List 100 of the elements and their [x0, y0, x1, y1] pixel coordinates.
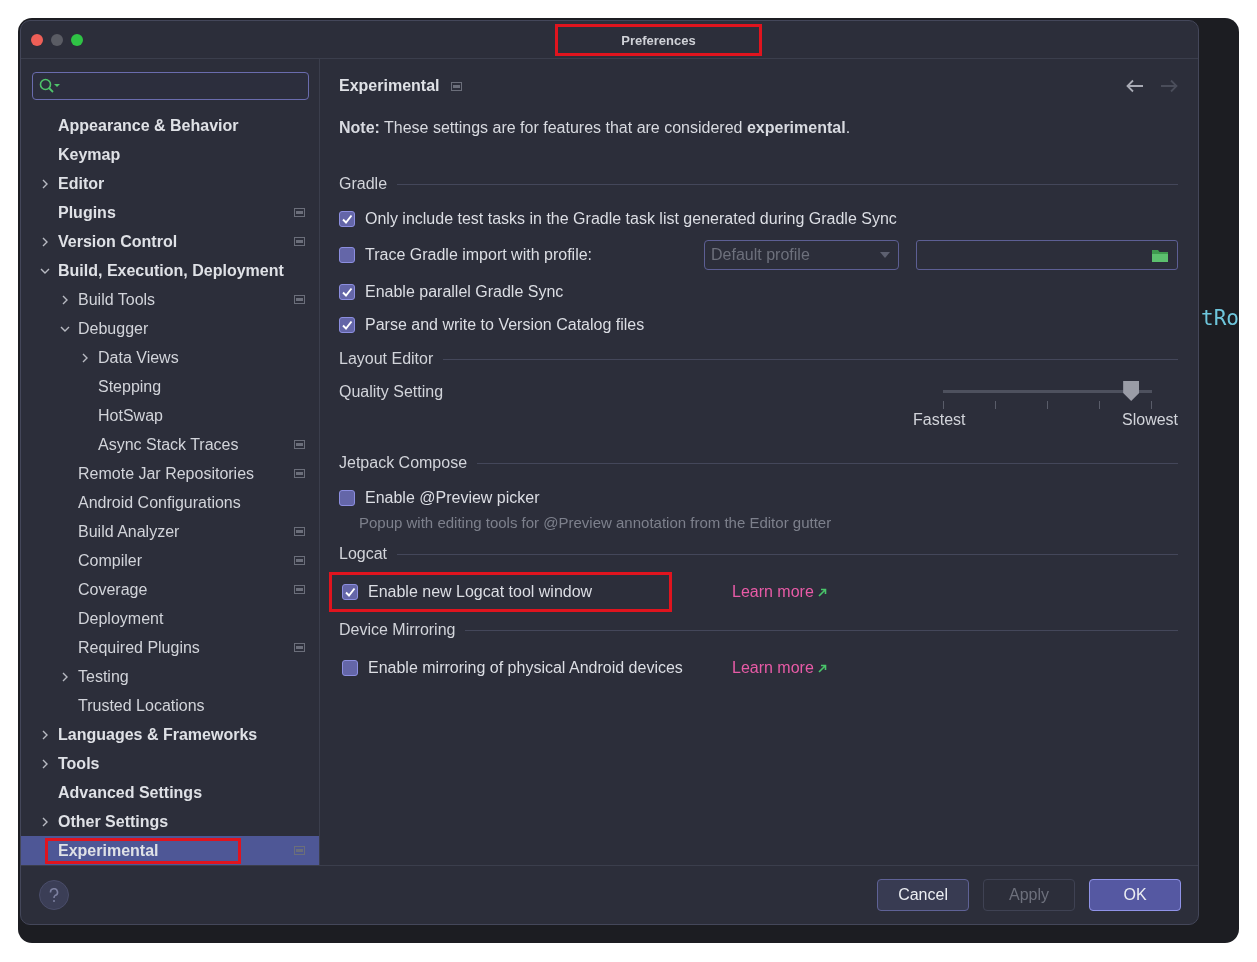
dialog-button[interactable]: OK — [1089, 879, 1182, 911]
sidebar-item[interactable]: Async Stack Traces — [21, 430, 319, 459]
sidebar-item-label: Debugger — [77, 318, 150, 339]
external-link-icon — [817, 663, 827, 673]
sidebar-item[interactable]: Languages & Frameworks — [21, 720, 319, 749]
sidebar-item[interactable]: Testing — [21, 662, 319, 691]
chevron-right-icon[interactable] — [40, 758, 50, 769]
sidebar-item[interactable]: Other Settings — [21, 807, 319, 836]
dialog-button[interactable]: Cancel — [877, 879, 970, 911]
checkbox[interactable] — [342, 584, 358, 600]
sidebar-item[interactable]: Coverage — [21, 575, 319, 604]
section-title: Logcat — [339, 545, 388, 563]
sidebar-item-label: Appearance & Behavior — [57, 115, 240, 136]
sidebar-item-label: Version Control — [57, 231, 179, 252]
sidebar-item[interactable]: Plugins — [21, 198, 319, 227]
sidebar-item[interactable]: Build Analyzer — [21, 517, 319, 546]
checkbox-label: Trace Gradle import with profile: — [365, 246, 593, 264]
sidebar-item[interactable]: HotSwap — [21, 401, 319, 430]
sidebar-item-label: Tools — [57, 753, 101, 774]
sidebar-item[interactable]: Build Tools — [21, 285, 319, 314]
sidebar-item[interactable]: Editor — [21, 169, 319, 198]
sidebar-item-label: Required Plugins — [77, 637, 201, 658]
chevron-right-icon[interactable] — [80, 352, 90, 363]
sidebar-item[interactable]: Keymap — [21, 140, 319, 169]
chevron-right-icon[interactable] — [40, 729, 50, 740]
sidebar-item-label: Keymap — [57, 144, 122, 165]
sidebar-item-label: Data Views — [97, 347, 180, 368]
section-title: Layout Editor — [339, 350, 434, 368]
learn-more-link[interactable]: Learn more — [732, 659, 827, 677]
sidebar-item-label: Plugins — [57, 202, 117, 223]
checkbox[interactable] — [339, 210, 355, 227]
window-title: Preferences — [555, 24, 762, 56]
chevron-right-icon[interactable] — [60, 294, 70, 305]
section-title: Device Mirroring — [339, 621, 456, 639]
checkbox[interactable] — [339, 316, 355, 333]
note-text: Note: These settings are for features that are considered experimental. — [339, 118, 852, 138]
help-button[interactable] — [39, 880, 69, 910]
checkbox-label: Enable parallel Gradle Sync — [365, 282, 564, 301]
sidebar-item[interactable]: Remote Jar Repositories — [21, 459, 319, 488]
checkbox-label: Enable new Logcat tool window — [368, 583, 593, 601]
checkbox[interactable] — [339, 283, 355, 300]
folder-icon[interactable] — [1151, 247, 1170, 263]
zoom-button[interactable] — [71, 33, 83, 46]
checkbox-label: Enable @Preview picker — [365, 488, 540, 507]
code-text: tRo — [1200, 306, 1239, 330]
sidebar-item-label: Editor — [57, 173, 106, 194]
chevron-right-icon[interactable] — [40, 816, 50, 827]
sidebar-item-label: HotSwap — [97, 405, 164, 426]
profile-path-field[interactable] — [916, 240, 1179, 270]
sidebar-item-label: Coverage — [77, 579, 149, 600]
sidebar-item-label: Experimental — [45, 837, 241, 864]
question-mark-icon — [49, 887, 59, 903]
sidebar-item[interactable]: Required Plugins — [21, 633, 319, 662]
search-field[interactable] — [32, 72, 309, 100]
sidebar-item-label: Deployment — [77, 608, 165, 629]
sidebar-item[interactable]: Appearance & Behavior — [21, 111, 319, 140]
learn-more-link[interactable]: Learn more — [732, 583, 827, 601]
slider-max-label: Slowest — [1122, 411, 1179, 429]
slider-thumb[interactable] — [1123, 381, 1140, 401]
project-scope-icon — [451, 81, 463, 91]
sidebar-item-label: Build, Execution, Deployment — [57, 260, 285, 281]
chevron-right-icon[interactable] — [40, 236, 50, 247]
sidebar-item-label: Testing — [77, 666, 130, 687]
dropdown-caret-icon — [880, 252, 891, 258]
sidebar-item[interactable]: Android Configurations — [21, 488, 319, 517]
sidebar-item[interactable]: Tools — [21, 749, 319, 778]
hint-text: Popup with editing tools for @Preview annotation from the Editor gutter — [358, 514, 833, 533]
sidebar-item-label: Remote Jar Repositories — [77, 463, 256, 484]
sidebar-item-label: Advanced Settings — [57, 782, 204, 803]
sidebar-item[interactable]: Build, Execution, Deployment — [21, 256, 319, 285]
sidebar-item[interactable]: Stepping — [21, 372, 319, 401]
sidebar-item[interactable]: Deployment — [21, 604, 319, 633]
sidebar-item[interactable]: Debugger — [21, 314, 319, 343]
sidebar-item-label: Async Stack Traces — [97, 434, 240, 455]
sidebar-item[interactable]: Compiler — [21, 546, 319, 575]
sidebar-item-label: Trusted Locations — [77, 695, 206, 716]
search-icon — [39, 78, 61, 94]
back-arrow-icon[interactable] — [1126, 79, 1145, 93]
slider-label: Quality Setting — [339, 383, 444, 401]
checkbox-label: Parse and write to Version Catalog files — [365, 315, 645, 334]
chevron-right-icon[interactable] — [60, 671, 70, 682]
sidebar-item-label: Other Settings — [57, 811, 170, 832]
close-button[interactable] — [31, 33, 43, 46]
checkbox[interactable] — [339, 247, 355, 263]
sidebar-item-label: Build Analyzer — [77, 521, 181, 542]
sidebar-item-label: Android Configurations — [77, 492, 242, 513]
sidebar-item[interactable]: Data Views — [21, 343, 319, 372]
sidebar-item[interactable]: Advanced Settings — [21, 778, 319, 807]
checkbox[interactable] — [342, 660, 358, 676]
checkbox[interactable] — [339, 489, 355, 506]
sidebar-item-label: Compiler — [77, 550, 143, 571]
sidebar-item[interactable]: Experimental — [21, 836, 319, 865]
checkbox-label: Enable mirroring of physical Android devices — [368, 659, 683, 677]
section-title: Gradle — [339, 175, 388, 193]
sidebar-item-label: Stepping — [97, 376, 163, 397]
external-link-icon — [817, 587, 827, 597]
slider-min-label: Fastest — [913, 411, 966, 429]
sidebar-item[interactable]: Version Control — [21, 227, 319, 256]
sidebar-item[interactable]: Trusted Locations — [21, 691, 319, 720]
chevron-right-icon[interactable] — [40, 178, 50, 189]
